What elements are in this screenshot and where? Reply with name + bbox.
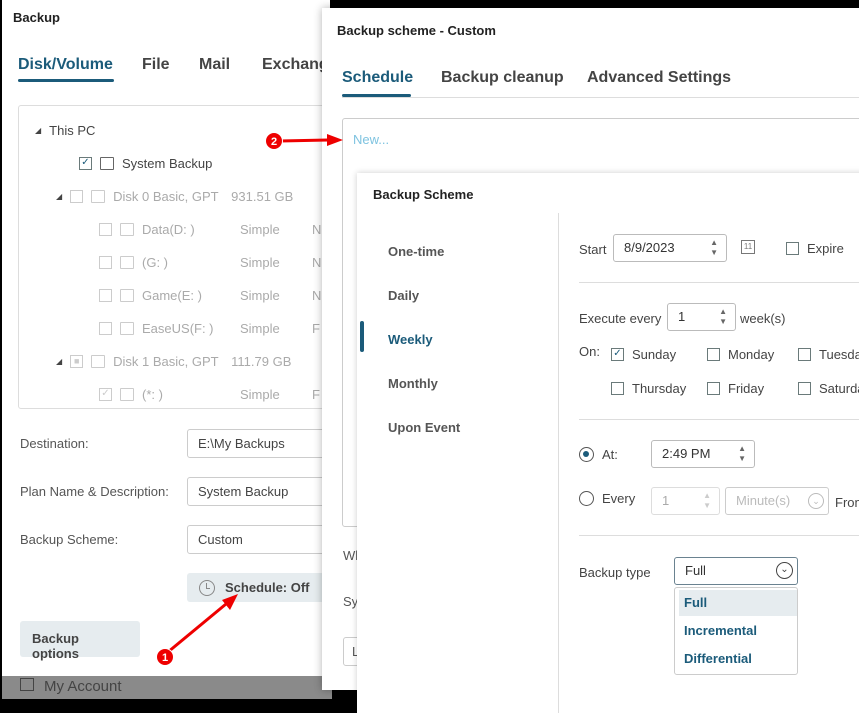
arrow-2-head: [327, 134, 343, 146]
annotation-arrows: [167, 134, 343, 654]
annotation-badge-2: 2: [265, 132, 283, 150]
arrow-2: [279, 138, 329, 143]
annotation-badge-1: 1: [156, 648, 174, 666]
arrow-1: [167, 602, 227, 654]
arrow-1-head: [222, 594, 238, 610]
